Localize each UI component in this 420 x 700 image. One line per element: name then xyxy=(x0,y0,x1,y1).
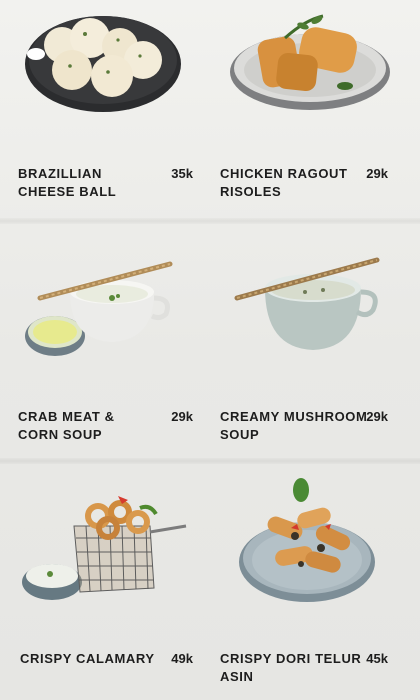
dori-photo xyxy=(205,468,410,618)
mushroom-soup-photo xyxy=(205,232,410,382)
item-name: CHICKEN RAGOUT RISOLES xyxy=(220,166,348,199)
menu-item-risoles[interactable]: CHICKEN RAGOUT RISOLES 29k xyxy=(205,0,410,232)
crab-soup-photo xyxy=(0,232,205,382)
item-price: 35k xyxy=(171,166,193,181)
item-name: CREAMY MUSHROOM SOUP xyxy=(220,409,368,442)
risoles-photo xyxy=(205,0,410,150)
item-name: CRAB MEAT & CORN SOUP xyxy=(18,409,115,442)
item-name: CRISPY DORI TELUR ASIN xyxy=(220,651,362,684)
item-price: 29k xyxy=(171,409,193,424)
calamary-photo xyxy=(0,468,205,618)
menu-item-calamary[interactable]: CRISPY CALAMARY 49k xyxy=(0,468,205,700)
menu-item-dori[interactable]: CRISPY DORI TELUR ASIN 45k xyxy=(205,468,410,700)
cheese-ball-photo xyxy=(0,0,205,150)
item-name: BRAZILLIAN CHEESE BALL xyxy=(18,166,117,199)
item-price: 29k xyxy=(366,166,388,181)
menu-item-cheese-ball[interactable]: BRAZILLIAN CHEESE BALL 35k xyxy=(0,0,205,232)
item-price: 29k xyxy=(366,409,388,424)
item-name: CRISPY CALAMARY xyxy=(20,651,155,666)
menu-item-crab-soup[interactable]: CRAB MEAT & CORN SOUP 29k xyxy=(0,232,205,464)
menu-screen: BRAZILLIAN CHEESE BALL 35k CHICKEN RAGOU… xyxy=(0,0,420,700)
item-price: 45k xyxy=(366,651,388,666)
menu-item-mushroom-soup[interactable]: CREAMY MUSHROOM SOUP 29k xyxy=(205,232,410,464)
item-price: 49k xyxy=(171,651,193,666)
